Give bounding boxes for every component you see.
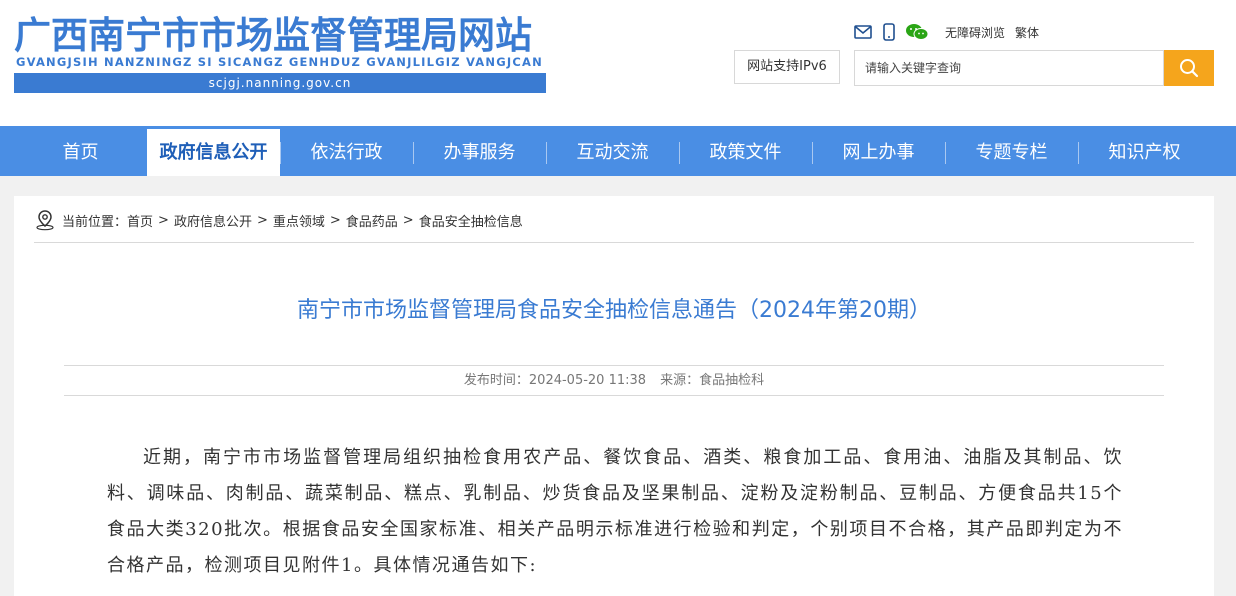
traditional-chinese-link[interactable]: 繁体	[1015, 24, 1039, 41]
breadcrumb-separator: >	[256, 212, 268, 228]
site-title: 广西南宁市市场监督管理局网站	[14, 14, 532, 57]
mail-icon[interactable]	[853, 23, 873, 41]
ipv6-badge: 网站支持IPv6	[734, 50, 840, 84]
breadcrumb-food-safety[interactable]: 食品安全抽检信息	[419, 211, 523, 230]
breadcrumb-food-drug[interactable]: 食品药品	[346, 211, 398, 230]
location-pin-icon	[34, 209, 56, 231]
breadcrumb-separator: >	[329, 212, 341, 228]
site-title-pinyin: GVANGJSIH NANZNINGZ SI SICANGZ GENHDUZ G…	[16, 55, 543, 69]
nav-item-gov-info[interactable]: 政府信息公开	[147, 129, 280, 176]
search-button[interactable]	[1164, 50, 1214, 86]
breadcrumb-divider	[34, 242, 1194, 243]
nav-item-topics[interactable]: 专题专栏	[945, 129, 1078, 176]
article-title: 南宁市市场监督管理局食品安全抽检信息通告（2024年第20期）	[297, 298, 931, 323]
breadcrumb-separator: >	[402, 212, 414, 228]
article-source: 来源：食品抽检科	[660, 373, 765, 388]
breadcrumb-gov-info[interactable]: 政府信息公开	[174, 211, 252, 230]
breadcrumb-home[interactable]: 首页	[127, 211, 153, 230]
content-panel: 当前位置： 首页 > 政府信息公开 > 重点领域 > 食品药品 > 食品安全抽检…	[14, 196, 1214, 596]
meta-divider-bottom	[64, 395, 1164, 396]
breadcrumb-prefix: 当前位置：	[62, 214, 128, 230]
meta-divider-top	[64, 365, 1164, 366]
article-body: 近期，南宁市市场监督管理局组织抽检食用农产品、餐饮食品、酒类、粮食加工品、食用油…	[107, 447, 1123, 576]
nav-item-services[interactable]: 办事服务	[413, 129, 546, 176]
main-nav: 首页 政府信息公开 依法行政 办事服务 互动交流 政策文件 网上办事 专题专栏 …	[0, 126, 1236, 176]
article-meta: 发布时间：2024-05-20 11:38 来源：食品抽检科	[14, 371, 1214, 391]
wechat-icon[interactable]	[905, 23, 929, 41]
accessibility-link[interactable]: 无障碍浏览	[945, 24, 1005, 41]
search-icon	[1179, 58, 1199, 78]
nav-item-online[interactable]: 网上办事	[812, 129, 945, 176]
nav-item-interaction[interactable]: 互动交流	[546, 129, 679, 176]
nav-item-policy[interactable]: 政策文件	[679, 129, 812, 176]
mobile-icon[interactable]	[879, 23, 899, 41]
breadcrumb-key-areas[interactable]: 重点领域	[273, 211, 325, 230]
breadcrumb-separator: >	[158, 212, 169, 228]
site-logo[interactable]: 广西南宁市市场监督管理局网站 GVANGJSIH NANZNINGZ SI SI…	[14, 14, 548, 94]
top-tools: 无障碍浏览 繁体	[853, 22, 1039, 42]
publish-time: 发布时间：2024-05-20 11:38	[463, 373, 647, 388]
nav-item-ip[interactable]: 知识产权	[1078, 129, 1211, 176]
site-header: 广西南宁市市场监督管理局网站 GVANGJSIH NANZNINGZ SI SI…	[0, 0, 1236, 126]
breadcrumb: 当前位置： 首页 > 政府信息公开 > 重点领域 > 食品药品 > 食品安全抽检…	[34, 208, 523, 232]
nav-item-law[interactable]: 依法行政	[280, 129, 413, 176]
site-domain: scjgj.nanning.gov.cn	[14, 73, 546, 93]
nav-item-home[interactable]: 首页	[14, 129, 147, 176]
search-input[interactable]	[854, 50, 1164, 86]
